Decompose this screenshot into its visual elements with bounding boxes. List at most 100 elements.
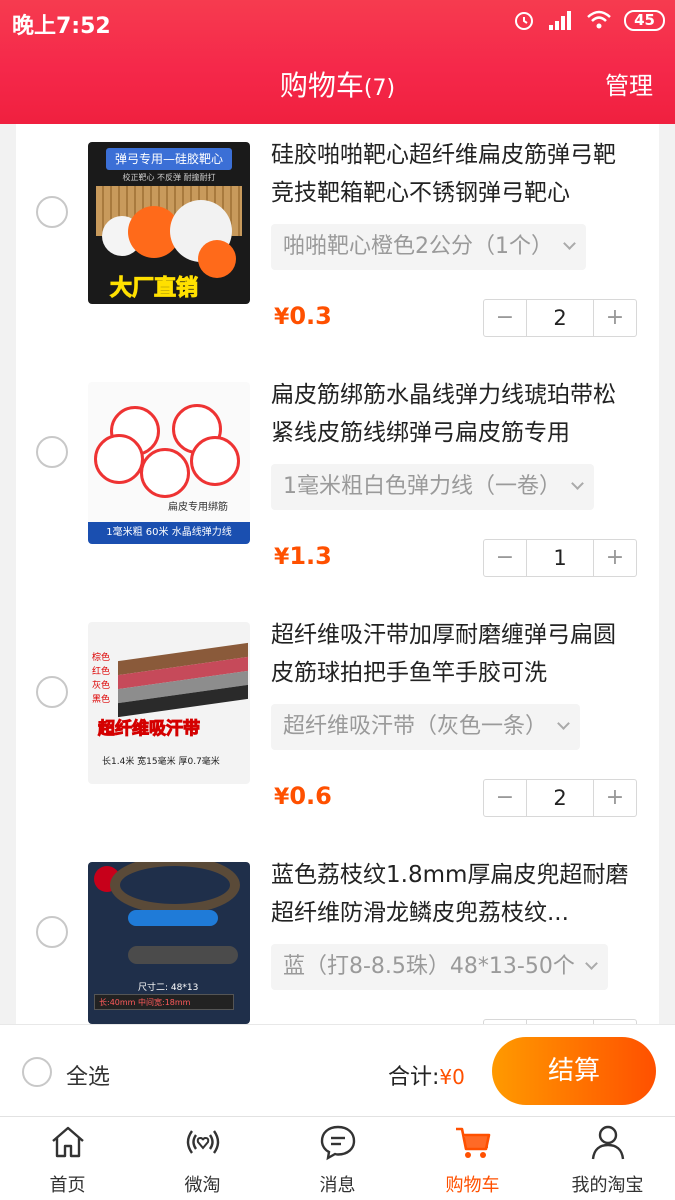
cart-total: 合计:¥0 [388, 1059, 465, 1091]
tab-label: 我的淘宝 [571, 1175, 644, 1196]
color-label: 棕色 [92, 653, 111, 663]
app-header: 晚上7:52 45 购物车(7) 管理 [0, 0, 675, 124]
page-title-text: 购物车 [279, 69, 364, 102]
chevron-down-icon [571, 477, 584, 490]
sku-text: 蓝（打8-8.5珠）48*13-50个 [283, 954, 575, 979]
color-label: 黑色 [92, 695, 111, 705]
sku-selector[interactable]: 1毫米粗白色弹力线（一卷） [271, 464, 594, 510]
target-disc [198, 240, 236, 278]
quantity-stepper: − 2 + [483, 299, 637, 337]
increment-button[interactable]: + [594, 300, 636, 336]
thumb-dims-text: 长1.4米 宽15毫米 厚0.7毫米 [102, 757, 220, 767]
decrement-button[interactable]: − [484, 540, 526, 576]
thumb-size-text: 尺寸二: 48*13 [138, 983, 199, 993]
price-value: 1.3 [289, 542, 332, 570]
cart-icon [455, 1127, 490, 1158]
currency-symbol: ¥ [274, 785, 290, 810]
battery-indicator: 45 [624, 9, 665, 31]
bottom-tab-bar: 首页 微淘 消息 购物车 我的淘宝 [0, 1116, 675, 1200]
product-thumbnail[interactable]: 扁皮专用绑筋 1毫米粗 60米 水晶线弹力线 [88, 382, 250, 544]
manage-button[interactable]: 管理 [605, 66, 653, 101]
chevron-down-icon [563, 237, 576, 250]
sku-text: 超纤维吸汗带（灰色一条） [283, 714, 548, 739]
quantity-stepper: − 2 + [483, 779, 637, 817]
currency-symbol: ¥ [274, 305, 290, 330]
sku-selector[interactable]: 蓝（打8-8.5珠）48*13-50个 [271, 944, 608, 990]
spool-graphic [190, 436, 240, 486]
color-label: 红色 [92, 667, 111, 677]
profile-icon [591, 1125, 624, 1160]
status-time: 晚上7:52 [12, 14, 111, 39]
tab-label: 首页 [49, 1175, 86, 1196]
color-label: 灰色 [92, 681, 111, 691]
checkout-bar: 全选 合计:¥0 结算 [0, 1024, 675, 1116]
thumb-caption: 扁皮专用绑筋 [168, 502, 228, 513]
thumb-banner-text: 大厂直销 [109, 276, 199, 302]
tab-label: 微淘 [184, 1175, 221, 1196]
item-select-radio[interactable] [36, 196, 68, 228]
tab-label: 购物车 [445, 1175, 500, 1196]
thumb-band-text: 弹弓专用—硅胶靶心 [106, 148, 232, 170]
thumb-sub-text: 校正靶心 不反弹 耐撞耐打 [122, 173, 216, 182]
tab-label: 消息 [319, 1175, 356, 1196]
cart-item: 扁皮专用绑筋 1毫米粗 60米 水晶线弹力线 扁皮筋绑筋水晶线弹力线琥珀带松紧线… [16, 364, 659, 604]
checkout-button[interactable]: 结算 [492, 1037, 656, 1105]
product-title[interactable]: 扁皮筋绑筋水晶线弹力线琥珀带松紧线皮筋线绑弹弓扁皮筋专用 [271, 376, 631, 452]
thumb-big-text: 超纤维吸汗带 [98, 719, 201, 740]
quantity-value[interactable]: 1 [526, 540, 594, 576]
cart-list: 弹弓专用—硅胶靶心 校正靶心 不反弹 耐撞耐打 大厂直销 硅胶啪啪靶心超纤维扁皮… [16, 124, 659, 1024]
sku-selector[interactable]: 超纤维吸汗带（灰色一条） [271, 704, 581, 750]
status-bar: 晚上7:52 45 [0, 0, 675, 44]
blue-pouch-graphic [128, 910, 218, 926]
decrement-button[interactable]: − [484, 300, 526, 336]
page-title: 购物车(7) [0, 64, 675, 104]
signal-icon [549, 11, 572, 30]
item-select-radio[interactable] [36, 916, 68, 948]
tab-weitao[interactable]: 微淘 [135, 1117, 270, 1200]
item-select-radio[interactable] [36, 676, 68, 708]
select-all-radio[interactable] [22, 1057, 52, 1087]
cart-item: 尺寸二: 48*13 长:40mm 中间宽:18mm 蓝色荔枝纹1.8mm厚扁皮… [16, 844, 659, 1024]
cart-item: 弹弓专用—硅胶靶心 校正靶心 不反弹 耐撞耐打 大厂直销 硅胶啪啪靶心超纤维扁皮… [16, 124, 659, 364]
gray-pouch-graphic [128, 946, 238, 964]
thumb-band-text: 1毫米粗 60米 水晶线弹力线 [88, 522, 250, 544]
decrement-button[interactable]: − [484, 780, 526, 816]
cart-item: 棕色 红色 灰色 黑色 超纤维吸汗带 长1.4米 宽15毫米 厚0.7毫米 超纤… [16, 604, 659, 844]
sku-selector[interactable]: 啪啪靶心橙色2公分（1个） [271, 224, 586, 270]
pouch-ring-graphic [110, 862, 240, 914]
cart-count: (7) [363, 76, 396, 101]
product-thumbnail[interactable]: 弹弓专用—硅胶靶心 校正靶心 不反弹 耐撞耐打 大厂直销 [88, 142, 250, 304]
product-thumbnail[interactable]: 尺寸二: 48*13 长:40mm 中间宽:18mm [88, 862, 250, 1024]
spool-graphic [94, 434, 144, 484]
product-thumbnail[interactable]: 棕色 红色 灰色 黑色 超纤维吸汗带 长1.4米 宽15毫米 厚0.7毫米 [88, 622, 250, 784]
item-select-radio[interactable] [36, 436, 68, 468]
price-value: 0.3 [289, 302, 332, 330]
product-title[interactable]: 超纤维吸汗带加厚耐磨缠弹弓扁圆皮筋球拍把手鱼竿手胶可洗 [271, 616, 631, 692]
wifi-icon [587, 10, 611, 29]
sku-text: 啪啪靶心橙色2公分（1个） [283, 234, 553, 259]
thumb-bar-text: 长:40mm 中间宽:18mm [94, 994, 234, 1010]
quantity-value[interactable]: 2 [526, 300, 594, 336]
product-price: ¥0.6 [274, 782, 332, 810]
spool-graphic [140, 448, 190, 498]
increment-button[interactable]: + [594, 780, 636, 816]
quantity-stepper: − 1 + [483, 539, 637, 577]
product-title[interactable]: 蓝色荔枝纹1.8mm厚扁皮兜超耐磨超纤维防滑龙鳞皮兜荔枝纹... [271, 856, 631, 932]
tab-messages[interactable]: 消息 [270, 1117, 405, 1200]
status-icons: 45 [512, 8, 665, 32]
currency-symbol: ¥ [274, 545, 290, 570]
tab-home[interactable]: 首页 [0, 1117, 135, 1200]
increment-button[interactable]: + [594, 540, 636, 576]
product-title[interactable]: 硅胶啪啪靶心超纤维扁皮筋弹弓靶竞技靶箱靶心不锈钢弹弓靶心 [271, 136, 631, 212]
total-label: 合计: [388, 1065, 440, 1090]
price-value: 0.6 [289, 782, 332, 810]
home-icon [51, 1126, 84, 1158]
sku-text: 1毫米粗白色弹力线（一卷） [283, 474, 561, 499]
weitao-icon [186, 1130, 219, 1154]
tab-cart[interactable]: 购物车 [405, 1117, 540, 1200]
tab-my-taobao[interactable]: 我的淘宝 [540, 1117, 675, 1200]
select-all-label[interactable]: 全选 [66, 1059, 110, 1091]
chevron-down-icon [584, 957, 598, 970]
chevron-down-icon [557, 717, 570, 730]
quantity-value[interactable]: 2 [526, 780, 594, 816]
